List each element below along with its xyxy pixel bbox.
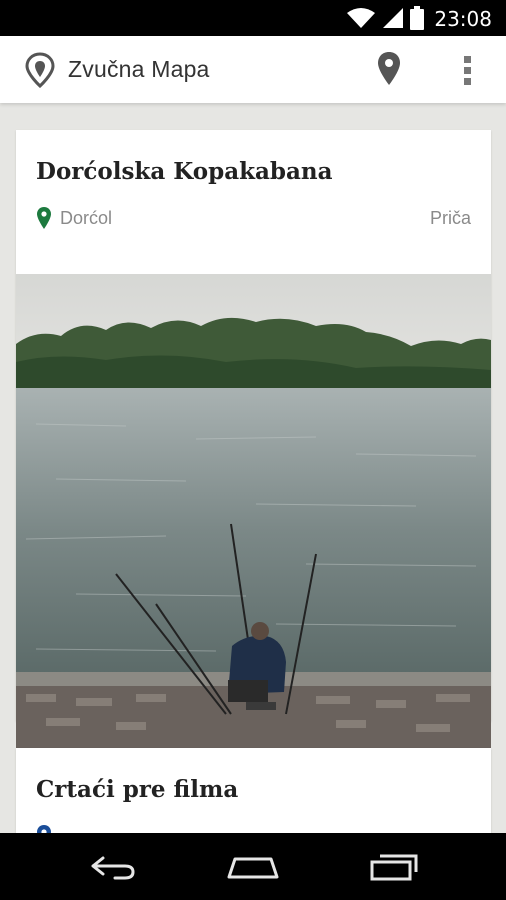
app-bar: Zvučna Mapa (0, 36, 506, 103)
story-card[interactable]: Dorćolska Kopakabana Dorćol Priča (16, 130, 491, 748)
home-icon (227, 857, 279, 879)
card-title: Dorćolska Kopakabana (36, 158, 333, 185)
back-button[interactable] (83, 845, 143, 889)
recent-apps-button[interactable] (364, 845, 424, 889)
story-type-label: Priča (429, 208, 471, 228)
more-vert-icon[interactable] (454, 52, 482, 88)
location-pin-icon (37, 825, 51, 833)
recent-apps-icon (370, 854, 418, 881)
story-photo[interactable] (16, 274, 491, 748)
navigation-bar (0, 833, 506, 900)
location-label: Dorćol (60, 207, 113, 228)
battery-icon (410, 6, 424, 30)
wifi-icon (347, 8, 375, 28)
back-icon (91, 856, 135, 880)
map-pin-icon[interactable] (374, 50, 404, 88)
pin-outline-icon (25, 52, 55, 88)
signal-icon (383, 8, 403, 28)
card-title: Crtaći pre filma (36, 776, 239, 803)
card-location: Dorćol (36, 205, 112, 231)
status-bar: 23:08 (0, 0, 506, 36)
status-time: 23:08 (434, 7, 492, 31)
story-card[interactable]: Crtaći pre filma (16, 748, 491, 833)
home-button[interactable] (223, 845, 283, 889)
story-feed[interactable]: Dorćolska Kopakabana Dorćol Priča Crtaći… (0, 103, 506, 833)
location-pin-icon (37, 207, 51, 229)
app-title: Zvučna Mapa (68, 56, 210, 82)
card-location (36, 823, 60, 833)
status-icons (346, 6, 424, 30)
